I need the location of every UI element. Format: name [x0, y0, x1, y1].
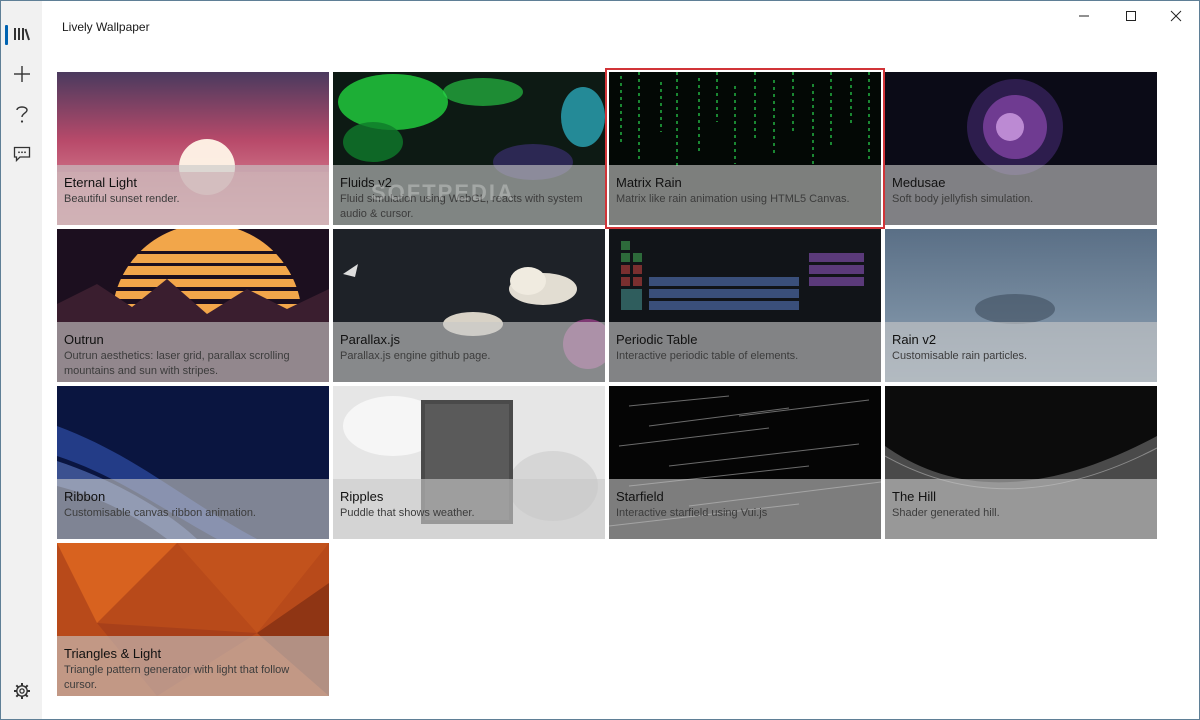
tile-caption: Matrix Rain Matrix like rain animation u…: [609, 165, 881, 225]
settings-button[interactable]: [1, 671, 42, 711]
close-button[interactable]: [1153, 1, 1199, 35]
tile-caption: Periodic Table Interactive periodic tabl…: [609, 322, 881, 382]
tile-caption: Outrun Outrun aesthetics: laser grid, pa…: [57, 322, 329, 382]
nav-rail: [1, 1, 42, 719]
tile-description: Matrix like rain animation using HTML5 C…: [616, 193, 850, 205]
maximize-button[interactable]: [1108, 1, 1154, 35]
tile-description: Soft body jellyfish simulation.: [892, 193, 1034, 205]
wallpaper-tile-starfield[interactable]: Starfield Interactive starfield using Vu…: [609, 386, 881, 539]
tile-description: Triangle pattern generator with light th…: [64, 664, 290, 691]
nav-help-button[interactable]: [1, 94, 42, 134]
tile-description: Interactive periodic table of elements.: [616, 350, 799, 362]
tile-caption: Parallax.js Parallax.js engine github pa…: [333, 322, 605, 382]
tile-description: Beautiful sunset render.: [64, 193, 180, 205]
tile-caption: Starfield Interactive starfield using Vu…: [609, 479, 881, 539]
tile-title: Outrun: [64, 332, 104, 347]
gear-icon: [13, 682, 31, 700]
tile-description: Customisable canvas ribbon animation.: [64, 507, 256, 519]
wallpaper-tile-outrun[interactable]: Outrun Outrun aesthetics: laser grid, pa…: [57, 229, 329, 382]
wallpaper-tile-rain-v2[interactable]: Rain v2 Customisable rain particles.: [885, 229, 1157, 382]
minimize-button[interactable]: [1061, 1, 1107, 35]
close-icon: [1170, 9, 1182, 27]
tile-title: Ripples: [340, 489, 384, 504]
maximize-icon: [1125, 9, 1137, 27]
wallpaper-tile-ripples[interactable]: Ripples Puddle that shows weather.: [333, 386, 605, 539]
tile-title: Starfield: [616, 489, 664, 504]
tile-description: Shader generated hill.: [892, 507, 1000, 519]
wallpaper-tile-ribbon[interactable]: Ribbon Customisable canvas ribbon animat…: [57, 386, 329, 539]
tile-description: Fluid simulation using WebGL, reacts wit…: [340, 193, 583, 220]
tile-title: Medusae: [892, 175, 946, 190]
tile-caption: Triangles & Light Triangle pattern gener…: [57, 636, 329, 696]
app-window: Lively Wallpaper Eternal Light Beautiful…: [0, 0, 1200, 720]
app-title: Lively Wallpaper: [62, 20, 150, 34]
tile-description: Parallax.js engine github page.: [340, 350, 491, 362]
tile-title: Matrix Rain: [616, 175, 682, 190]
tile-caption: Fluids v2 Fluid simulation using WebGL, …: [333, 165, 605, 225]
wallpaper-tile-fluids-v2[interactable]: Fluids v2 Fluid simulation using WebGL, …: [333, 72, 605, 225]
tile-title: Periodic Table: [616, 332, 698, 347]
minimize-icon: [1078, 9, 1090, 27]
wallpaper-tile-medusae[interactable]: Medusae Soft body jellyfish simulation.: [885, 72, 1157, 225]
plus-icon: [13, 65, 31, 83]
wallpaper-tile-eternal-light[interactable]: Eternal Light Beautiful sunset render.: [57, 72, 329, 225]
tile-caption: Eternal Light Beautiful sunset render.: [57, 165, 329, 225]
feedback-icon: [13, 146, 31, 162]
nav-library-button[interactable]: [1, 14, 42, 54]
tile-title: Triangles & Light: [64, 646, 162, 661]
tile-caption: Ribbon Customisable canvas ribbon animat…: [57, 479, 329, 539]
tile-title: Ribbon: [64, 489, 106, 504]
tile-description: Puddle that shows weather.: [340, 507, 475, 519]
tile-title: Fluids v2: [340, 175, 393, 190]
nav-add-button[interactable]: [1, 54, 42, 94]
tile-description: Interactive starfield using Vui.js: [616, 507, 768, 519]
wallpaper-tile-the-hill[interactable]: The Hill Shader generated hill.: [885, 386, 1157, 539]
tile-title: The Hill: [892, 489, 937, 504]
tile-caption: Medusae Soft body jellyfish simulation.: [885, 165, 1157, 225]
wallpaper-tile-parallax-js[interactable]: Parallax.js Parallax.js engine github pa…: [333, 229, 605, 382]
tile-description: Customisable rain particles.: [892, 350, 1028, 362]
tile-title: Parallax.js: [340, 332, 400, 347]
tile-title: Eternal Light: [64, 175, 137, 190]
tile-caption: Rain v2 Customisable rain particles.: [885, 322, 1157, 382]
tile-description: Outrun aesthetics: laser grid, parallax …: [64, 350, 290, 377]
wallpaper-tile-triangles-light[interactable]: Triangles & Light Triangle pattern gener…: [57, 543, 329, 696]
tile-caption: Ripples Puddle that shows weather.: [333, 479, 605, 539]
tile-title: Rain v2: [892, 332, 937, 347]
wallpaper-tile-periodic-table[interactable]: Periodic Table Interactive periodic tabl…: [609, 229, 881, 382]
tile-caption: The Hill Shader generated hill.: [885, 479, 1157, 539]
nav-feedback-button[interactable]: [1, 134, 42, 174]
help-icon: [15, 104, 29, 124]
library-icon: [13, 26, 31, 42]
wallpaper-tile-matrix-rain[interactable]: Matrix Rain Matrix like rain animation u…: [605, 68, 885, 229]
